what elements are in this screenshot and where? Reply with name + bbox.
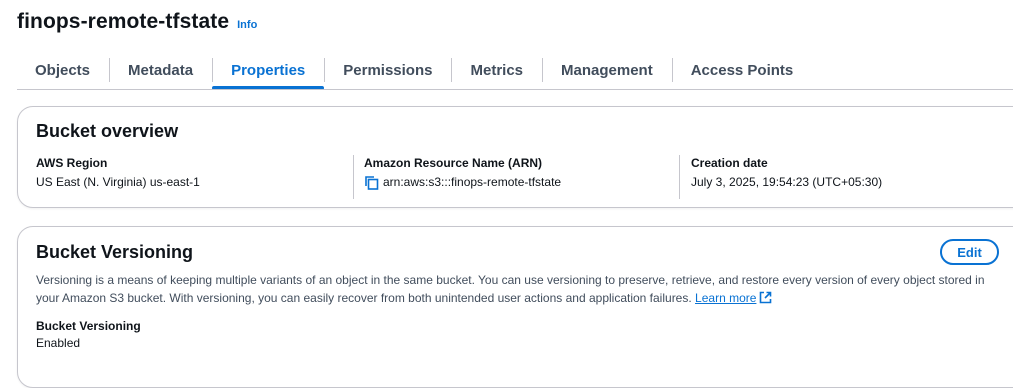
tab-objects[interactable]: Objects bbox=[17, 50, 109, 90]
versioning-description: Versioning is a means of keeping multipl… bbox=[36, 271, 996, 309]
bucket-overview-panel: Bucket overview AWS Region US East (N. V… bbox=[17, 106, 1013, 208]
bucket-versioning-title: Bucket Versioning bbox=[36, 242, 194, 262]
creation-date-label: Creation date bbox=[691, 156, 768, 170]
arn-field: Amazon Resource Name (ARN) arn:aws:s3:::… bbox=[353, 155, 694, 199]
tab-management[interactable]: Management bbox=[542, 50, 672, 90]
tab-metadata[interactable]: Metadata bbox=[109, 50, 212, 90]
arn-value-row: arn:aws:s3:::finops-remote-tfstate bbox=[364, 173, 694, 191]
region-label: AWS Region bbox=[36, 156, 108, 170]
external-link-icon[interactable] bbox=[759, 291, 772, 309]
tab-bar: Objects Metadata Properties Permissions … bbox=[17, 50, 812, 90]
page-header: finops-remote-tfstate Info bbox=[17, 10, 257, 34]
versioning-description-text: Versioning is a means of keeping multipl… bbox=[36, 273, 985, 305]
bucket-name-title: finops-remote-tfstate bbox=[17, 10, 230, 33]
edit-button[interactable]: Edit bbox=[940, 239, 999, 265]
versioning-status-value: Enabled bbox=[36, 336, 81, 350]
arn-label: Amazon Resource Name (ARN) bbox=[364, 156, 543, 170]
region-value: US East (N. Virginia) us-east-1 bbox=[36, 175, 200, 189]
tab-properties[interactable]: Properties bbox=[212, 50, 325, 90]
tab-permissions[interactable]: Permissions bbox=[324, 50, 451, 90]
tabs-divider bbox=[17, 89, 1013, 90]
bucket-versioning-panel: Bucket Versioning Edit Versioning is a m… bbox=[17, 226, 1013, 388]
versioning-status-label: Bucket Versioning bbox=[36, 319, 141, 333]
bucket-overview-title: Bucket overview bbox=[36, 121, 179, 141]
region-field: AWS Region US East (N. Virginia) us-east… bbox=[36, 155, 354, 199]
creation-date-field: Creation date July 3, 2025, 19:54:23 (UT… bbox=[679, 155, 1013, 199]
tab-metrics[interactable]: Metrics bbox=[451, 50, 542, 90]
info-link[interactable]: Info bbox=[237, 19, 257, 31]
tab-access-points[interactable]: Access Points bbox=[671, 50, 813, 90]
learn-more-label[interactable]: Learn more bbox=[695, 291, 756, 305]
creation-date-value: July 3, 2025, 19:54:23 (UTC+05:30) bbox=[691, 175, 883, 189]
learn-more-link[interactable]: Learn more bbox=[695, 291, 756, 305]
arn-value: arn:aws:s3:::finops-remote-tfstate bbox=[383, 175, 562, 189]
copy-icon[interactable] bbox=[364, 175, 379, 190]
